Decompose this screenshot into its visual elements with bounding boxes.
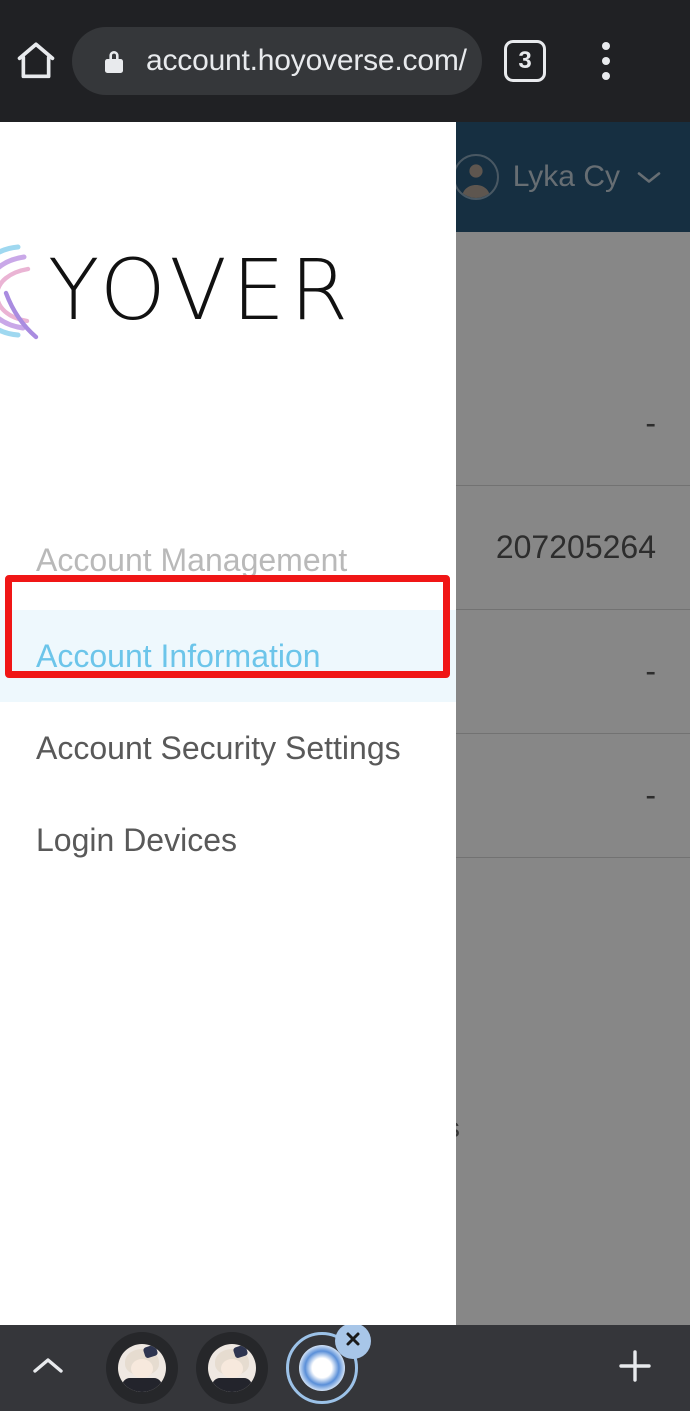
sidebar-item-account-security-settings[interactable]: Account Security Settings — [0, 702, 456, 794]
tab-favicon — [208, 1344, 256, 1392]
tab-strip — [106, 1323, 371, 1404]
chevron-up-icon — [29, 1354, 67, 1383]
sidebar-item-login-devices[interactable]: Login Devices — [0, 794, 456, 886]
overflow-menu-icon — [602, 42, 610, 50]
sidebar-item-label: Account Security Settings — [36, 729, 401, 766]
new-tab-button[interactable] — [580, 1325, 690, 1411]
browser-toolbar: account.hoyoverse.com/ 3 — [0, 0, 690, 122]
sidebar-item-label: Login Devices — [36, 821, 237, 858]
tab-thumbnail-active[interactable] — [286, 1323, 371, 1404]
close-tab-button[interactable] — [335, 1323, 371, 1359]
plus-icon — [615, 1346, 655, 1391]
hoyoverse-swirl-icon — [0, 235, 44, 345]
overflow-menu-button[interactable] — [568, 0, 644, 122]
sidebar-item-label: Account Information — [36, 637, 321, 674]
lock-icon — [102, 48, 126, 75]
expand-toolbar-button[interactable] — [0, 1325, 96, 1411]
sidebar-item-account-information[interactable]: Account Information — [0, 610, 456, 702]
close-icon — [343, 1329, 363, 1354]
url-text: account.hoyoverse.com/ — [146, 44, 467, 77]
home-icon — [13, 38, 59, 84]
web-page: Lyka Cy - 207205264 - - YOVER Account Ma… — [0, 122, 690, 1325]
tab-thumbnail-2[interactable] — [196, 1332, 268, 1404]
tab-favicon — [118, 1344, 166, 1392]
tab-switcher-button[interactable]: 3 — [482, 0, 568, 122]
screen: account.hoyoverse.com/ 3 Lyka Cy - 20720… — [0, 0, 690, 1411]
brand-logo: YOVER — [0, 230, 456, 350]
home-button[interactable] — [0, 0, 72, 122]
brand-wordmark: YOVER — [48, 241, 354, 339]
nav-section-label: Account Management — [36, 542, 348, 578]
address-bar[interactable]: account.hoyoverse.com/ — [72, 27, 482, 95]
tab-count-badge: 3 — [504, 40, 546, 82]
overflow-menu-icon-dot3 — [602, 72, 610, 80]
tab-thumbnail-1[interactable] — [106, 1332, 178, 1404]
nav-list: Account Information Account Security Set… — [0, 610, 456, 886]
nav-drawer: YOVER Account Management Account Informa… — [0, 122, 456, 1325]
browser-bottom-bar — [0, 1323, 690, 1411]
overflow-menu-icon-dot2 — [602, 57, 610, 65]
